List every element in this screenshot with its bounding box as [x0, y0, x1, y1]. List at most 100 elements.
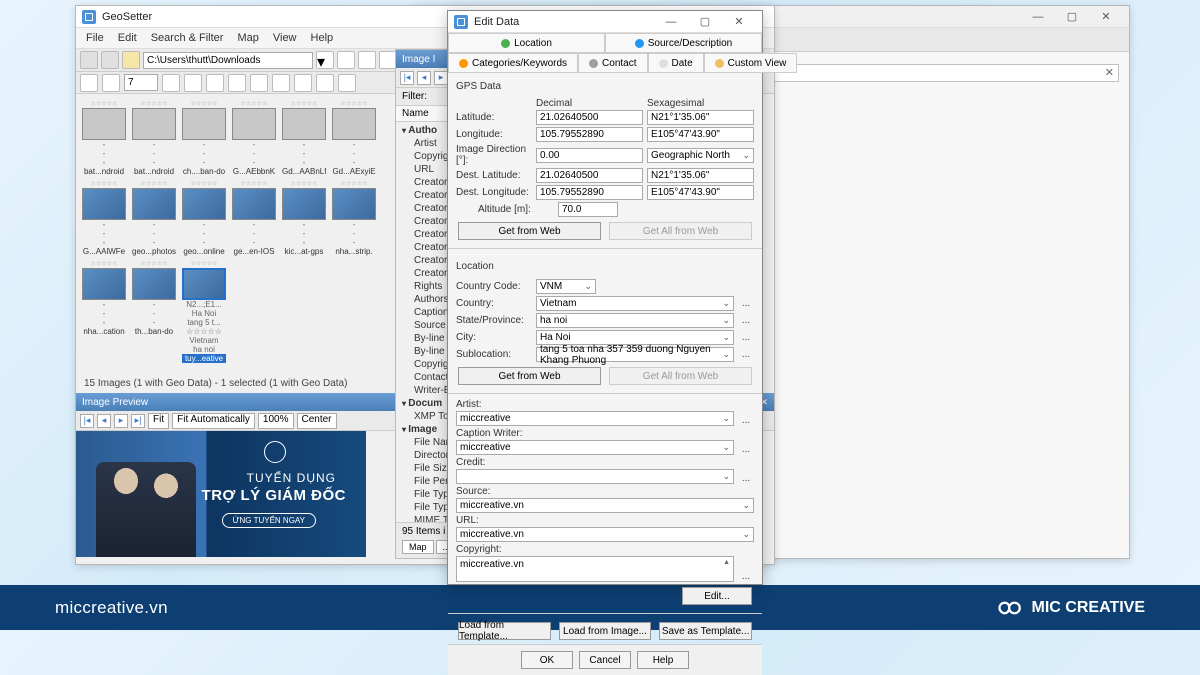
dlg-close[interactable]: ✕: [722, 12, 756, 32]
thumbnail[interactable]: ☆☆☆☆☆---G...AEbbnK: [232, 100, 276, 176]
thumbnail[interactable]: ☆☆☆☆☆---geo...online: [182, 180, 226, 256]
t2-k[interactable]: [338, 74, 356, 92]
help-button[interactable]: Help: [637, 651, 689, 669]
t2-e[interactable]: [206, 74, 224, 92]
thumbnail[interactable]: ☆☆☆☆☆---ch....ban-do: [182, 100, 226, 176]
dlg-min[interactable]: —: [654, 12, 688, 32]
t2-f[interactable]: [228, 74, 246, 92]
thumbnail[interactable]: ☆☆☆☆☆---ge...en-IOS: [232, 180, 276, 256]
cancel-button[interactable]: Cancel: [579, 651, 631, 669]
tab-map[interactable]: Map: [402, 540, 434, 554]
center-select[interactable]: Center: [297, 413, 337, 429]
tool-a[interactable]: [337, 51, 355, 69]
tab-date[interactable]: Date: [648, 53, 704, 73]
zoom-select[interactable]: 100%: [258, 413, 294, 429]
clear-icon[interactable]: ✕: [1105, 66, 1114, 79]
credit-input[interactable]: [456, 469, 734, 484]
t2-c[interactable]: [162, 74, 180, 92]
city-more[interactable]: ...: [738, 332, 754, 343]
alt-input[interactable]: 70.0: [558, 202, 618, 217]
loc-get-web-button[interactable]: Get from Web: [458, 367, 601, 385]
dlon-dec[interactable]: 105.79552890: [536, 185, 643, 200]
country-select[interactable]: Vietnam: [536, 296, 734, 311]
thumbnail[interactable]: ☆☆☆☆☆---kic...at-gps: [282, 180, 326, 256]
thumbnail[interactable]: ☆☆☆☆☆---nha...cation: [82, 260, 126, 363]
thumbnail[interactable]: ☆☆☆☆☆---bat...ndroid: [82, 100, 126, 176]
path-input[interactable]: [143, 52, 313, 69]
tab-location[interactable]: Location: [448, 33, 605, 53]
state-select[interactable]: ha noi: [536, 313, 734, 328]
menu-view[interactable]: View: [267, 30, 303, 46]
menu-file[interactable]: File: [80, 30, 110, 46]
thumbnail[interactable]: ☆☆☆☆☆---nha...strip.: [332, 180, 376, 256]
dlat-dec[interactable]: 21.02640500: [536, 168, 643, 183]
save-template-button[interactable]: Save as Template...: [659, 622, 752, 640]
source-input[interactable]: miccreative.vn: [456, 498, 754, 513]
fwd-button[interactable]: [101, 51, 119, 69]
t2-g[interactable]: [250, 74, 268, 92]
t2-b[interactable]: [102, 74, 120, 92]
last-icon[interactable]: ▸|: [131, 414, 145, 428]
state-more[interactable]: ...: [738, 315, 754, 326]
bg-close-button[interactable]: ✕: [1089, 7, 1123, 27]
get-from-web-button[interactable]: Get from Web: [458, 222, 601, 240]
ok-button[interactable]: OK: [521, 651, 573, 669]
dlg-max[interactable]: ▢: [688, 12, 722, 32]
thumbnail[interactable]: ☆☆☆☆☆---G...AAlWFe: [82, 180, 126, 256]
dir-ref-select[interactable]: Geographic North: [647, 148, 754, 163]
lat-dec-input[interactable]: 21.02640500: [536, 110, 643, 125]
tab-source-desc[interactable]: Source/Description: [605, 33, 762, 53]
caption-writer-input[interactable]: miccreative: [456, 440, 734, 455]
menu-help[interactable]: Help: [305, 30, 340, 46]
menu-edit[interactable]: Edit: [112, 30, 143, 46]
folder-open-icon[interactable]: [122, 51, 140, 69]
artist-input[interactable]: miccreative: [456, 411, 734, 426]
bg-min-button[interactable]: —: [1021, 7, 1055, 27]
artist-more[interactable]: ...: [738, 415, 754, 426]
dlon-sex[interactable]: E105°47'43.90": [647, 185, 754, 200]
dlat-sex[interactable]: N21°1'35.06": [647, 168, 754, 183]
url-input[interactable]: miccreative.vn: [456, 527, 754, 542]
edit-button[interactable]: Edit...: [682, 587, 752, 605]
bg-max-button[interactable]: ▢: [1055, 7, 1089, 27]
lon-sex-input[interactable]: E105°47'43.90": [647, 127, 754, 142]
tab-categories[interactable]: Categories/Keywords: [448, 53, 578, 73]
t2-d[interactable]: [184, 74, 202, 92]
thumbnail[interactable]: ☆☆☆☆☆---geo...photos: [132, 180, 176, 256]
country-code-select[interactable]: VNM: [536, 279, 596, 294]
first-icon[interactable]: |◂: [80, 414, 94, 428]
fit-select[interactable]: Fit: [148, 413, 169, 429]
mi-next[interactable]: ▸: [434, 71, 448, 85]
thumbnail[interactable]: ☆☆☆☆☆---Gd...AExyiE: [332, 100, 376, 176]
thumbnail[interactable]: ☆☆☆☆☆---Gd...AABnLf: [282, 100, 326, 176]
fit-auto-select[interactable]: Fit Automatically: [172, 413, 255, 429]
thumbnail[interactable]: ☆☆☆☆☆N2...;E1...Ha Noitang 5 t...☆☆☆☆☆Vi…: [182, 260, 226, 363]
t2-i[interactable]: [294, 74, 312, 92]
copyright-input[interactable]: miccreative.vn: [456, 556, 734, 582]
lat-sex-input[interactable]: N21°1'35.06": [647, 110, 754, 125]
thumbnail[interactable]: ☆☆☆☆☆---th...ban-do: [132, 260, 176, 363]
back-button[interactable]: [80, 51, 98, 69]
tab-custom-view[interactable]: Custom View: [704, 53, 798, 73]
load-template-button[interactable]: Load from Template...: [458, 622, 551, 640]
mi-prev[interactable]: ◂: [417, 71, 431, 85]
menu-search[interactable]: Search & Filter: [145, 30, 230, 46]
lon-dec-input[interactable]: 105.79552890: [536, 127, 643, 142]
next-icon[interactable]: ▸: [114, 414, 128, 428]
prev-icon[interactable]: ◂: [97, 414, 111, 428]
spin-input[interactable]: [124, 74, 158, 91]
subloc-more[interactable]: ...: [738, 349, 754, 360]
thumbnail[interactable]: ☆☆☆☆☆---bat...ndroid: [132, 100, 176, 176]
t2-j[interactable]: [316, 74, 334, 92]
t2-a[interactable]: [80, 74, 98, 92]
subloc-select[interactable]: tang 5 toa nha 357 359 duong Nguyen Khan…: [536, 347, 734, 362]
drop-icon[interactable]: ▾: [316, 51, 334, 69]
tab-contact[interactable]: Contact: [578, 53, 647, 73]
t2-h[interactable]: [272, 74, 290, 92]
dir-input[interactable]: 0.00: [536, 148, 643, 163]
mi-first[interactable]: |◂: [400, 71, 414, 85]
menu-map[interactable]: Map: [231, 30, 264, 46]
tool-b[interactable]: [358, 51, 376, 69]
load-image-button[interactable]: Load from Image...: [559, 622, 652, 640]
country-more[interactable]: ...: [738, 298, 754, 309]
